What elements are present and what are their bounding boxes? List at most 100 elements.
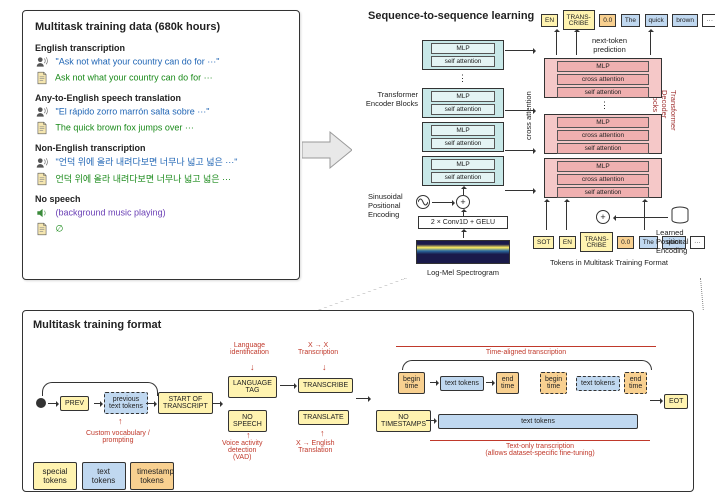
arrow (94, 403, 102, 404)
arrow (212, 403, 222, 404)
text-token: The (621, 14, 640, 27)
task-text-row: ∅ (35, 222, 287, 236)
sine-icon (416, 195, 430, 209)
no-timestamps-node: NO TIMESTAMPS (376, 410, 431, 432)
dotted-guide (318, 278, 407, 310)
task-heading: English transcription (35, 43, 287, 53)
arrow (576, 30, 577, 55)
learned-pe-label: Learned Positional Encoding (656, 228, 708, 255)
task-no-speech: No speech (background music playing) ∅ (35, 194, 287, 236)
translate-node: TRANSLATE (298, 410, 349, 425)
eot-node: EOT (664, 394, 688, 409)
arrow (644, 200, 645, 230)
red-arrow-icon: ↑ (320, 428, 325, 438)
transcript-text: The quick brown fox jumps over ··· (55, 122, 194, 132)
arrow (614, 217, 668, 218)
ts-token: 0.0 (599, 14, 616, 27)
encoder-block: MLP self attention (422, 40, 504, 70)
training-data-panel: Multitask training data (680k hours) Eng… (22, 10, 300, 280)
end-time-node: end time (496, 372, 519, 394)
cross-attn-arrow (505, 50, 535, 51)
arrow (463, 230, 464, 238)
decoder-block: MLP cross attention self attention (544, 114, 662, 154)
add-circle-icon: + (596, 210, 610, 224)
vertical-dots: ⋮ (600, 100, 611, 111)
output-tokens-row: EN TRANS- CRIBE 0.0 The quick brown ··· (540, 10, 715, 30)
cross-attn-arrow (505, 110, 535, 111)
arrow (556, 30, 557, 55)
spectrogram-image (416, 240, 510, 264)
red-arrow-icon: ↓ (250, 362, 255, 372)
text-only-brace: Text-only transcription (allows dataset-… (430, 436, 650, 457)
encoder-block: MLP self attention (422, 122, 504, 152)
seq2seq-title: Sequence-to-sequence learning (368, 10, 534, 22)
self-attn-sublayer: self attention (557, 87, 650, 98)
task-audio-row: (background music playing) (35, 206, 287, 220)
arrow (356, 398, 370, 399)
encoder-label: Transformer Encoder Blocks (358, 90, 418, 108)
task-text-row: Ask not what your country can do for ··· (35, 71, 287, 85)
text-token: brown (672, 14, 698, 27)
mlp-sublayer: MLP (557, 117, 650, 128)
audio-text: "언덕 위에 올라 내려다보면 너무나 넓고 넓은 ···" (56, 157, 238, 167)
sot-node: START OF TRANSCRIPT (158, 392, 213, 414)
arrow (48, 403, 58, 404)
encoder-block: MLP self attention (422, 88, 504, 118)
document-icon (35, 121, 49, 135)
mlp-sublayer: MLP (431, 159, 495, 170)
transcript-text: ∅ (56, 224, 64, 234)
legend-special: special tokens (33, 462, 77, 490)
speaker-icon (35, 206, 49, 220)
self-attn-sublayer: self attention (557, 143, 650, 154)
document-icon (35, 71, 49, 85)
task-heading: Any-to-English speech translation (35, 93, 287, 103)
arrow (432, 202, 454, 203)
task-audio-row: "언덕 위에 올라 내려다보면 너무나 넓고 넓은 ···" (35, 155, 287, 170)
logmel-label: Log-Mel Spectrogram (416, 268, 510, 277)
begin-time-node: begin time (398, 372, 425, 394)
arrow (650, 400, 662, 401)
custom-vocab-annotation: Custom vocabulary / prompting (86, 430, 150, 444)
no-speech-node: NO SPEECH (228, 410, 267, 432)
arrow (430, 382, 438, 383)
speaker-head-icon (35, 156, 49, 170)
mlp-sublayer: MLP (431, 125, 495, 136)
mlp-sublayer: MLP (431, 91, 495, 102)
cross-attn-sublayer: cross attention (557, 130, 650, 141)
arrow (463, 210, 464, 216)
vertical-dots: ⋮ (458, 73, 469, 84)
text-tokens-wide-node: text tokens (438, 414, 638, 429)
red-arrow-icon: ↓ (322, 362, 327, 372)
bypass-arc (42, 382, 158, 396)
next-token-label: next-token prediction (592, 36, 627, 54)
decoder-block: MLP cross attention self attention (544, 158, 662, 198)
transcript-text: Ask not what your country can do for ··· (55, 72, 213, 82)
ts-token: 0.0 (617, 236, 634, 249)
legend: special tokens text tokens timestamp tok… (32, 462, 175, 490)
text-tokens-node: text tokens (440, 376, 484, 391)
ellipsis-token: ··· (702, 14, 715, 27)
task-audio-row: "El rápido zorro marrón salta sobre ···" (35, 105, 287, 119)
sot-token: SOT (533, 236, 554, 249)
decoder-block: MLP cross attention self attention (544, 58, 662, 98)
encoder-block: MLP self attention (422, 156, 504, 186)
red-arrow-icon: ↑ (118, 416, 123, 426)
legend-timestamp: timestamp tokens (130, 462, 174, 490)
time-aligned-brace: Time-aligned transcription (396, 342, 656, 356)
speaker-head-icon (35, 55, 49, 69)
task-non-english: Non-English transcription "언덕 위에 올라 내려다보… (35, 143, 287, 186)
begin-time-node: begin time (540, 372, 567, 394)
arrow (650, 30, 651, 55)
document-icon (35, 222, 49, 236)
tokens-format-label: Tokens in Multitask Training Format (534, 258, 684, 267)
mlp-sublayer: MLP (431, 43, 495, 54)
vad-annotation: Voice activity detection (VAD) (222, 440, 262, 461)
mlp-sublayer: MLP (557, 161, 650, 172)
arrow (280, 385, 296, 386)
lang-token: EN (541, 14, 558, 27)
task-text-row: The quick brown fox jumps over ··· (35, 121, 287, 135)
arrow (426, 420, 436, 421)
task-token: TRANS- CRIBE (580, 232, 612, 252)
prev-node: PREV (60, 396, 89, 411)
cross-attn-sublayer: cross attention (557, 174, 650, 185)
